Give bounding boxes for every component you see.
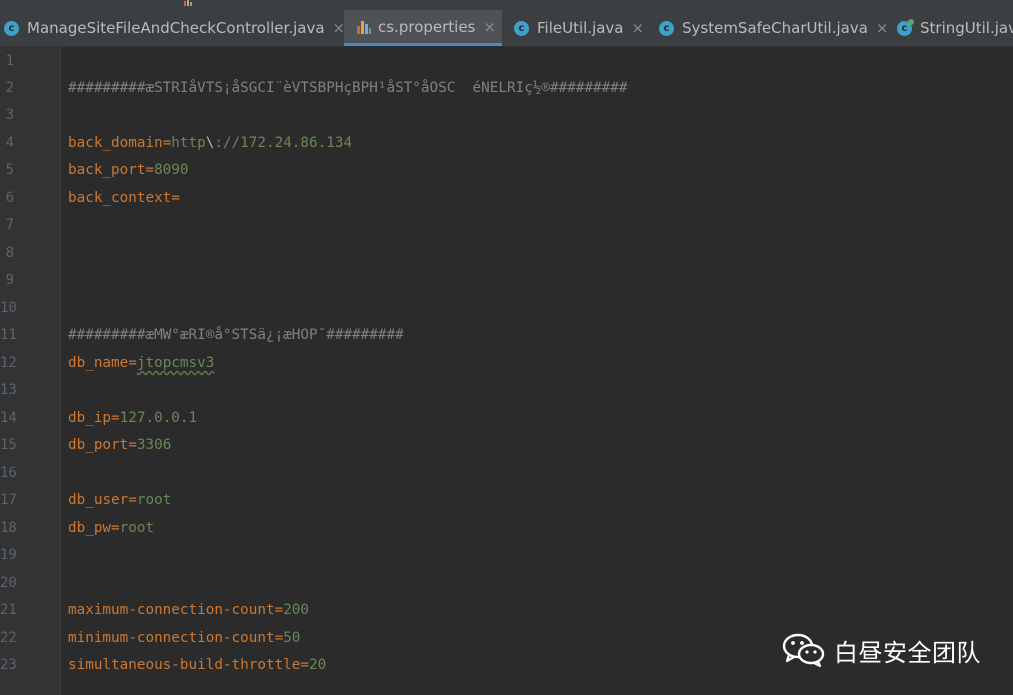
watermark-text: 白昼安全团队 (834, 638, 981, 667)
property-line[interactable]: db_user=root (68, 490, 171, 510)
property-key: back_context (68, 190, 172, 206)
editor-tab-bar: c ManageSiteFileAndCheckController.java … (0, 10, 1013, 47)
line-number: 3 (5, 107, 14, 123)
line-number: 10 (0, 300, 17, 316)
tab-label: FileUtil.java (537, 19, 624, 37)
java-class-icon: c (514, 20, 529, 36)
property-line[interactable]: minimum-connection-count=50 (68, 628, 300, 648)
java-class-icon: c (4, 20, 19, 36)
equals-sign: = (128, 492, 137, 508)
java-class-icon: c (659, 20, 674, 36)
line-number: 13 (0, 382, 17, 398)
property-value: 127.0.0.1 (119, 410, 198, 426)
tab-systemsafecharutil[interactable]: c SystemSafeCharUtil.java × (659, 10, 888, 46)
equals-sign: = (128, 437, 137, 453)
property-value: http (171, 135, 206, 151)
tab-label: SystemSafeCharUtil.java (682, 19, 868, 37)
close-icon[interactable]: × (632, 19, 645, 37)
property-key: maximum-connection-count (68, 602, 275, 618)
line-number: 16 (0, 465, 17, 481)
equals-sign: = (111, 520, 120, 536)
property-line[interactable]: back_domain=http\://172.24.86.134 (68, 133, 352, 153)
equals-sign: = (274, 602, 284, 618)
java-class-icon: c (897, 18, 914, 36)
property-key: back_port (68, 162, 146, 178)
property-value: ://172.24.86.134 (214, 135, 353, 151)
tab-label: cs.properties (378, 17, 476, 36)
property-line[interactable]: db_pw=root (68, 518, 154, 538)
property-line[interactable]: db_ip=127.0.0.1 (68, 408, 197, 428)
property-line[interactable]: back_context= (68, 188, 180, 208)
property-value: 200 (283, 602, 310, 618)
line-number: 7 (5, 217, 14, 233)
line-number: 5 (5, 162, 14, 178)
tab-label: ManageSiteFileAndCheckController.java (27, 19, 325, 37)
property-key: back_domain (68, 135, 163, 151)
property-line[interactable]: db_port=3306 (68, 435, 171, 455)
line-number: 15 (0, 437, 17, 453)
line-number: 4 (5, 135, 14, 151)
line-number: 9 (5, 272, 14, 288)
line-number: 17 (0, 492, 17, 508)
line-number: 1 (5, 53, 14, 69)
equals-sign: = (162, 135, 172, 151)
ide-window: c ManageSiteFileAndCheckController.java … (0, 0, 1013, 695)
tab-stringutil[interactable]: c StringUtil.jav (897, 10, 1013, 46)
equals-sign: = (171, 190, 180, 206)
properties-crumb-icon (184, 0, 192, 6)
equals-sign: = (111, 410, 120, 426)
line-number: 12 (0, 355, 17, 371)
comment-line[interactable]: #########æSTRIåVTS¡åSGCI¨èVTSBPHçBPH¹åST… (68, 78, 627, 98)
line-number: 21 (0, 602, 17, 618)
property-value: 20 (309, 657, 327, 673)
property-key: db_port (68, 437, 129, 453)
property-line[interactable]: simultaneous-build-throttle=20 (68, 655, 326, 675)
property-line[interactable]: back_port=8090 (68, 160, 189, 180)
line-number: 23 (0, 657, 17, 673)
properties-file-icon (357, 20, 371, 34)
property-key: minimum-connection-count (68, 630, 275, 646)
property-key: simultaneous-build-throttle (68, 657, 301, 673)
watermark: 白昼安全团队 (782, 628, 981, 672)
property-value: 50 (283, 630, 301, 646)
close-icon[interactable]: × (876, 19, 889, 37)
property-key: db_name (68, 355, 129, 371)
line-number: 8 (5, 245, 14, 261)
tab-cs-properties[interactable]: cs.properties × (344, 10, 502, 46)
tab-fileutil[interactable]: c FileUtil.java × (514, 10, 644, 46)
property-value: root (119, 520, 155, 536)
wechat-logo-icon (782, 633, 825, 668)
tab-managesitefileandcheckcontroller[interactable]: c ManageSiteFileAndCheckController.java … (4, 10, 345, 46)
line-number: 22 (0, 630, 17, 646)
line-number: 20 (0, 575, 17, 591)
equals-sign: = (145, 162, 155, 178)
property-value: 3306 (136, 437, 172, 453)
breadcrumb (0, 0, 1013, 10)
line-number: 6 (5, 190, 14, 206)
line-number: 2 (5, 80, 14, 96)
line-number: 14 (0, 410, 17, 426)
line-number: 18 (0, 520, 17, 536)
equals-sign: = (128, 355, 137, 371)
property-key: db_ip (68, 410, 112, 426)
property-key: db_pw (68, 520, 112, 536)
close-icon[interactable]: × (483, 18, 496, 36)
property-line[interactable]: maximum-connection-count=200 (68, 600, 309, 620)
equals-sign: = (274, 630, 284, 646)
tab-label: StringUtil.jav (920, 19, 1013, 37)
comment-line[interactable]: #########æMW°æRI®å°STSä¿¡æHOP¯######### (68, 325, 404, 345)
equals-sign: = (300, 657, 310, 673)
property-value: 8090 (154, 162, 189, 178)
property-key: db_user (68, 492, 129, 508)
line-number: 19 (0, 547, 17, 563)
property-value: root (136, 492, 172, 508)
property-value: jtopcmsv3 (136, 355, 215, 371)
property-line[interactable]: db_name=jtopcmsv3 (68, 353, 214, 373)
line-number: 11 (0, 327, 17, 343)
